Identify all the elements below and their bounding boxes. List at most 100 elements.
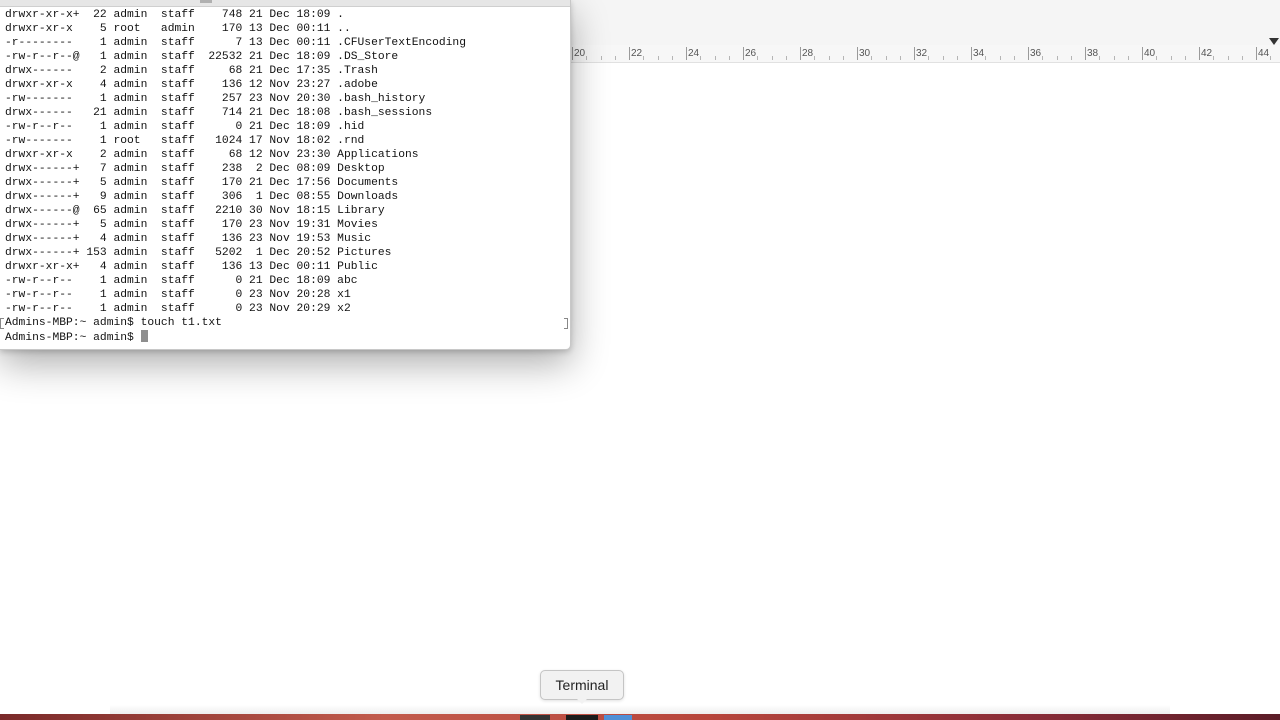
ruler-minor-tick <box>643 56 645 60</box>
ruler-tick <box>743 47 744 60</box>
terminal-line: drwxr-xr-x 4 admin staff 136 12 Nov 23:2… <box>5 79 378 91</box>
ruler-label: 32 <box>916 48 928 59</box>
dock-finder-icon[interactable] <box>604 715 632 720</box>
terminal-line: drwxr-xr-x 5 root admin 170 13 Dec 00:11… <box>5 23 351 35</box>
text-cursor-icon <box>140 330 148 342</box>
ruler-tick <box>914 47 915 60</box>
ruler-minor-tick <box>828 56 830 60</box>
ruler-minor-tick <box>600 56 602 60</box>
ruler-tick <box>800 47 801 60</box>
ruler-minor-tick <box>657 56 659 60</box>
ruler-minor-tick <box>842 56 844 60</box>
terminal-line: -rw------- 1 root staff 1024 17 Nov 18:0… <box>5 135 365 147</box>
titlebar-handle-icon <box>200 0 212 3</box>
ruler-tick <box>1199 47 1200 60</box>
ruler-minor-tick <box>614 56 616 60</box>
ruler-minor-tick <box>899 56 901 60</box>
terminal-line: drwx------+ 5 admin staff 170 23 Nov 19:… <box>5 219 378 231</box>
ruler-tick <box>572 47 573 60</box>
terminal-line: drwx------+ 4 admin staff 136 23 Nov 19:… <box>5 233 372 245</box>
dock-terminal-icon[interactable] <box>566 715 598 720</box>
ruler[interactable]: 20 22 24 26 28 30 32 34 36 38 40 42 44 <box>570 38 1280 63</box>
mark-bracket-left-icon <box>0 318 4 329</box>
terminal-line: drwx------ 21 admin staff 714 21 Dec 18:… <box>5 107 433 119</box>
terminal-line: -rw-r--r--@ 1 admin staff 22532 21 Dec 1… <box>5 51 399 63</box>
ruler-minor-tick <box>871 56 873 60</box>
ruler-minor-tick <box>1013 56 1015 60</box>
ruler-label: 26 <box>745 48 757 59</box>
terminal-titlebar[interactable] <box>0 0 570 7</box>
dock <box>0 714 1280 720</box>
ruler-tick <box>629 47 630 60</box>
mark-bracket-right-icon <box>564 318 568 329</box>
ruler-label: 42 <box>1201 48 1213 59</box>
ruler-label: 36 <box>1030 48 1042 59</box>
ruler-tick <box>857 47 858 60</box>
ruler-label: 44 <box>1258 48 1270 59</box>
ruler-minor-tick <box>1213 56 1215 60</box>
ruler-minor-tick <box>1184 56 1186 60</box>
tab-stop-marker-icon[interactable] <box>1269 38 1279 45</box>
terminal-prompt: Admins-MBP:~ admin$ <box>5 332 141 344</box>
terminal-line: drwxr-xr-x+ 22 admin staff 748 21 Dec 18… <box>5 9 344 21</box>
ruler-minor-tick <box>671 56 673 60</box>
ruler-minor-tick <box>956 56 958 60</box>
ruler-label: 34 <box>973 48 985 59</box>
tooltip-arrow-icon <box>576 698 588 704</box>
ruler-tick <box>686 47 687 60</box>
ruler-minor-tick <box>771 56 773 60</box>
terminal-line: drwx------@ 65 admin staff 2210 30 Nov 1… <box>5 205 385 217</box>
terminal-line: drwx------+ 7 admin staff 238 2 Dec 08:0… <box>5 163 385 175</box>
terminal-line: drwxr-xr-x+ 4 admin staff 136 13 Dec 00:… <box>5 261 378 273</box>
ruler-minor-tick <box>942 56 944 60</box>
ruler-minor-tick <box>999 56 1001 60</box>
terminal-window[interactable]: drwxr-xr-x+ 22 admin staff 748 21 Dec 18… <box>0 0 571 350</box>
terminal-lines: drwxr-xr-x+ 22 admin staff 748 21 Dec 18… <box>5 8 466 330</box>
ruler-minor-tick <box>1056 56 1058 60</box>
ruler-minor-tick <box>1070 56 1072 60</box>
terminal-line: -rw-r--r-- 1 admin staff 0 23 Nov 20:28 … <box>5 289 351 301</box>
ruler-minor-tick <box>814 56 816 60</box>
dock-app-icon[interactable] <box>520 715 550 720</box>
ruler-minor-tick <box>985 56 987 60</box>
terminal-line: drwxr-xr-x 2 admin staff 68 12 Nov 23:30… <box>5 149 419 161</box>
ruler-label: 38 <box>1087 48 1099 59</box>
ruler-minor-tick <box>1127 56 1129 60</box>
terminal-line: -rw-r--r-- 1 admin staff 0 21 Dec 18:09 … <box>5 121 365 133</box>
terminal-line: -rw-r--r-- 1 admin staff 0 23 Nov 20:29 … <box>5 303 351 315</box>
ruler-tick <box>971 47 972 60</box>
ruler-minor-tick <box>586 56 588 60</box>
terminal-line: drwx------+ 153 admin staff 5202 1 Dec 2… <box>5 247 392 259</box>
terminal-line: -rw------- 1 admin staff 257 23 Nov 20:3… <box>5 93 426 105</box>
ruler-minor-tick <box>757 56 759 60</box>
ruler-label: 40 <box>1144 48 1156 59</box>
ruler-minor-tick <box>1042 56 1044 60</box>
terminal-prompt-line[interactable]: Admins-MBP:~ admin$ <box>5 330 466 344</box>
ruler-label: 28 <box>802 48 814 59</box>
ruler-tick <box>1142 47 1143 60</box>
ruler-minor-tick <box>728 56 730 60</box>
ruler-minor-tick <box>700 56 702 60</box>
ruler-minor-tick <box>1113 56 1115 60</box>
ruler-minor-tick <box>785 56 787 60</box>
ruler-label: 24 <box>688 48 700 59</box>
terminal-line: -r-------- 1 admin staff 7 13 Dec 00:11 … <box>5 37 466 49</box>
ruler-minor-tick <box>1156 56 1158 60</box>
ruler-label: 22 <box>631 48 643 59</box>
terminal-line: drwx------ 2 admin staff 68 21 Dec 17:35… <box>5 65 378 77</box>
ruler-minor-tick <box>1227 56 1229 60</box>
terminal-line: -rw-r--r-- 1 admin staff 0 21 Dec 18:09 … <box>5 275 358 287</box>
dock-tooltip: Terminal <box>540 670 624 700</box>
terminal-line: drwx------+ 5 admin staff 170 21 Dec 17:… <box>5 177 399 189</box>
terminal-output[interactable]: drwxr-xr-x+ 22 admin staff 748 21 Dec 18… <box>5 8 466 344</box>
ruler-minor-tick <box>714 56 716 60</box>
document-page[interactable] <box>570 63 1280 663</box>
ruler-minor-tick <box>1099 56 1101 60</box>
ruler-minor-tick <box>1241 56 1243 60</box>
terminal-line: Admins-MBP:~ admin$ touch t1.txt <box>5 317 222 329</box>
ruler-label: 20 <box>574 48 586 59</box>
ruler-minor-tick <box>885 56 887 60</box>
terminal-line: drwx------+ 9 admin staff 306 1 Dec 08:5… <box>5 191 399 203</box>
ruler-minor-tick <box>928 56 930 60</box>
ruler-tick <box>1028 47 1029 60</box>
